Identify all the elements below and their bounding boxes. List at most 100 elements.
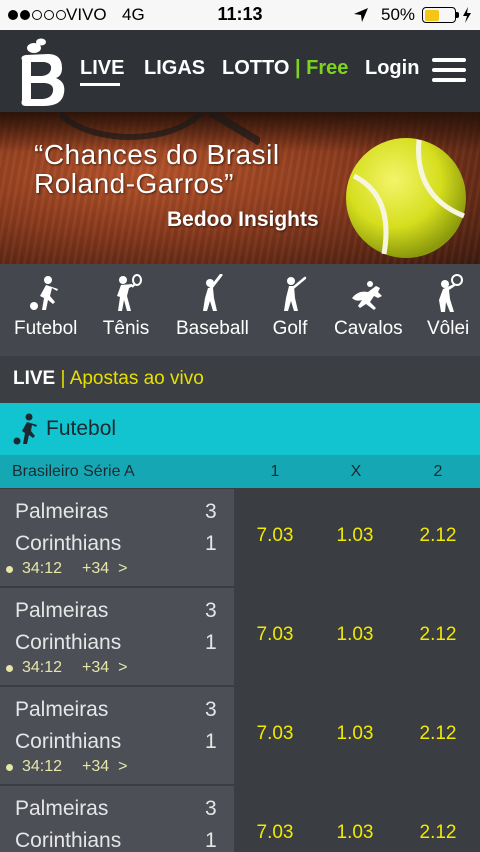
away-team: Corinthians	[15, 829, 122, 852]
home-team: Palmeiras	[15, 698, 109, 721]
live-subtitle: Apostas ao vivo	[69, 368, 204, 389]
battery-percent: 50%	[381, 5, 416, 24]
odd-draw-button[interactable]: 1.03	[316, 588, 394, 685]
live-separator: |	[60, 368, 66, 389]
column-header-1: 1	[270, 463, 280, 480]
sport-tenis[interactable]: Tênis	[101, 274, 151, 340]
home-team: Palmeiras	[15, 797, 109, 820]
match-info[interactable]: Palmeiras 3 Corinthians 1 34:12 +34 >	[0, 588, 234, 685]
top-navigation: LIVE LIGAS LOTTO | Free Login	[0, 30, 480, 112]
odd-draw-button[interactable]: 1.03	[316, 489, 394, 586]
home-team: Palmeiras	[15, 599, 109, 622]
nav-lotto[interactable]: LOTTO | Free	[222, 57, 348, 80]
nav-lotto-label: LOTTO	[222, 57, 290, 79]
sport-cavalos[interactable]: Cavalos	[334, 274, 403, 340]
home-score: 3	[205, 500, 217, 523]
home-score: 3	[205, 599, 217, 622]
battery-cap	[456, 12, 459, 18]
away-team: Corinthians	[15, 730, 122, 753]
live-bets-header: LIVE | Apostas ao vivo	[0, 356, 480, 403]
match-row: Palmeiras 3 Corinthians 1 7.03 1.03 2.12	[0, 786, 480, 852]
golf-player-icon	[284, 276, 307, 311]
more-markets[interactable]: +34	[82, 758, 109, 776]
lotto-separator: |	[294, 57, 301, 79]
odd-home-button[interactable]: 7.03	[236, 687, 314, 784]
lotto-free-badge: Free	[306, 57, 349, 79]
chevron-right-icon: >	[118, 659, 128, 676]
league-name: Brasileiro Série A	[12, 463, 135, 480]
location-arrow-icon	[354, 8, 368, 22]
sport-label: Baseball	[176, 318, 249, 339]
away-score: 1	[205, 532, 217, 555]
match-meta: 34:12 +34 >	[6, 560, 127, 578]
chevron-right-icon: >	[118, 758, 128, 775]
tennis-player-icon	[117, 274, 142, 311]
bedoo-logo-icon[interactable]	[14, 38, 70, 108]
nav-active-indicator	[80, 83, 120, 86]
home-team: Palmeiras	[15, 500, 109, 523]
match-clock: 34:12	[22, 758, 63, 775]
match-info[interactable]: Palmeiras 3 Corinthians 1 34:12 +34 >	[0, 687, 234, 784]
hamburger-menu-icon[interactable]	[432, 58, 466, 84]
home-score: 3	[205, 698, 217, 721]
league-header-row: Brasileiro Série A 1 X 2	[0, 455, 480, 488]
match-row: Palmeiras 3 Corinthians 1 34:12 +34 > 7.…	[0, 588, 480, 685]
banner-title: “Chances do Brasil Roland-Garros”	[34, 139, 280, 199]
odd-away-button[interactable]: 2.12	[396, 588, 480, 685]
odd-away-button[interactable]: 2.12	[396, 786, 480, 852]
away-score: 1	[205, 631, 217, 654]
soccer-player-icon	[13, 413, 37, 445]
sport-futebol[interactable]: Futebol	[14, 274, 78, 340]
match-meta: 34:12 +34 >	[6, 659, 127, 677]
soccer-player-icon	[30, 276, 58, 310]
more-markets[interactable]: +34	[82, 659, 109, 677]
tennis-ball-icon	[346, 138, 466, 258]
odd-home-button[interactable]: 7.03	[236, 588, 314, 685]
match-info[interactable]: Palmeiras 3 Corinthians 1 34:12 +34 >	[0, 489, 234, 586]
away-score: 1	[205, 730, 217, 753]
away-team: Corinthians	[15, 532, 122, 555]
sport-label: Futebol	[14, 318, 78, 339]
live-title: LIVE	[13, 368, 56, 389]
baseball-player-icon	[203, 274, 223, 311]
sport-golf[interactable]: Golf	[271, 274, 309, 340]
section-title: Futebol	[46, 417, 117, 440]
sport-label: Golf	[272, 318, 308, 339]
sport-baseball[interactable]: Baseball	[176, 274, 249, 340]
chevron-right-icon: >	[118, 560, 128, 577]
away-team: Corinthians	[15, 631, 122, 654]
nav-live[interactable]: LIVE	[80, 57, 124, 80]
odd-home-button[interactable]: 7.03	[236, 489, 314, 586]
battery-fill	[424, 9, 439, 21]
login-button[interactable]: Login	[365, 57, 419, 80]
banner-subtitle: Bedoo Insights	[167, 208, 319, 231]
odd-away-button[interactable]: 2.12	[396, 489, 480, 586]
live-indicator-icon	[6, 664, 13, 672]
column-header-x: X	[350, 463, 362, 480]
nav-ligas[interactable]: LIGAS	[144, 57, 205, 80]
match-info[interactable]: Palmeiras 3 Corinthians 1	[0, 786, 234, 852]
odd-draw-button[interactable]: 1.03	[316, 687, 394, 784]
sport-volei[interactable]: Vôlei	[427, 274, 469, 340]
odd-draw-button[interactable]: 1.03	[316, 786, 394, 852]
battery-icon	[422, 7, 456, 23]
match-row: Palmeiras 3 Corinthians 1 34:12 +34 > 7.…	[0, 489, 480, 586]
live-indicator-icon	[6, 565, 13, 573]
odd-away-button[interactable]: 2.12	[396, 687, 480, 784]
match-clock: 34:12	[22, 659, 63, 676]
match-clock: 34:12	[22, 560, 63, 577]
status-bar: VIVO 4G 11:13 50%	[0, 0, 480, 30]
home-score: 3	[205, 797, 217, 820]
sports-selector: Futebol Tênis Baseball Golf Cavalos Vôle…	[0, 264, 480, 356]
away-score: 1	[205, 829, 217, 852]
sport-label: Vôlei	[427, 318, 470, 339]
column-header-2: 2	[433, 463, 443, 480]
volleyball-player-icon	[439, 274, 463, 312]
horse-racing-icon	[352, 281, 382, 310]
more-markets[interactable]: +34	[82, 560, 109, 578]
odd-home-button[interactable]: 7.03	[236, 786, 314, 852]
live-indicator-icon	[6, 763, 13, 771]
match-meta: 34:12 +34 >	[6, 758, 127, 776]
sport-label: Cavalos	[334, 318, 403, 339]
section-header-futebol[interactable]: Futebol	[0, 403, 480, 455]
